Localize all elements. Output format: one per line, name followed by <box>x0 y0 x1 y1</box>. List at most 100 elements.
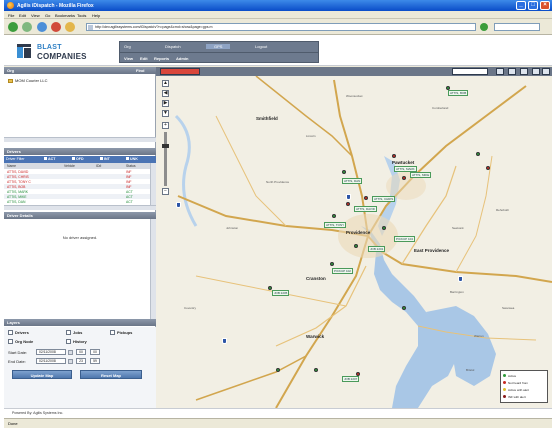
stop-icon[interactable] <box>51 22 61 32</box>
col-name[interactable]: Name <box>7 164 16 168</box>
subtab-view[interactable]: View <box>124 56 133 61</box>
layer-jobs-checkbox[interactable]: Jobs <box>66 330 82 336</box>
menu-bookmarks[interactable]: Bookmarks <box>55 13 75 18</box>
start-hour-input[interactable]: 00 <box>76 349 86 355</box>
vehicle-pin[interactable] <box>402 306 406 310</box>
menu-help[interactable]: Help <box>92 13 100 18</box>
blast-logo-icon <box>17 44 31 58</box>
zoom-in-button[interactable]: + <box>162 122 169 129</box>
vehicle-pin[interactable] <box>476 152 480 156</box>
map-toolbar <box>156 67 552 76</box>
tab-logout[interactable]: Logout <box>255 44 267 49</box>
tab-dispatch[interactable]: Dispatch <box>165 44 181 49</box>
update-map-button[interactable]: Update Map <box>12 370 72 379</box>
menu-tools[interactable]: Tools <box>77 13 86 18</box>
filter-unk[interactable]: UNK <box>126 157 138 161</box>
vehicle-label[interactable]: PICKUP 102 <box>332 268 353 274</box>
road <box>215 115 287 227</box>
vehicle-pin[interactable] <box>332 214 336 218</box>
vehicle-pin[interactable] <box>314 368 318 372</box>
zoom-slider-handle[interactable] <box>162 144 169 148</box>
menu-edit[interactable]: Edit <box>19 13 26 18</box>
vehicle-pin[interactable] <box>346 202 350 206</box>
vehicle-pin[interactable] <box>382 226 386 230</box>
vehicle-label[interactable]: ATTIS, BOB <box>448 90 469 96</box>
vehicle-pin[interactable] <box>354 244 358 248</box>
vehicle-pin[interactable] <box>486 166 490 170</box>
table-row[interactable]: ATTIS, DAN ACT <box>4 199 150 204</box>
map-tool-icon[interactable] <box>542 68 550 75</box>
end-calendar-icon[interactable] <box>68 359 73 364</box>
pan-down-button[interactable]: ▼ <box>162 110 169 117</box>
vehicle-pin[interactable] <box>402 176 406 180</box>
forward-icon[interactable] <box>22 22 32 32</box>
browser-window: Agilis iDispatch - Mozilla Firefox _ □ ×… <box>4 0 552 428</box>
vehicle-pin[interactable] <box>276 368 280 372</box>
vehicle-label[interactable]: ATTIS, TONY <box>324 222 347 228</box>
vehicle-pin[interactable] <box>342 170 346 174</box>
vehicle-label[interactable]: ATTIS, CHRIS <box>372 196 396 202</box>
drivers-h-scrollbar[interactable] <box>4 205 156 210</box>
org-find-link[interactable]: Find <box>136 68 144 73</box>
address-bar[interactable]: http://dev.agilissystems.com/iDispatch/?… <box>86 23 476 31</box>
end-date-input[interactable]: 02/11/2008 <box>36 358 66 364</box>
menu-view[interactable]: View <box>31 13 40 18</box>
zoom-out-button[interactable]: − <box>162 188 169 195</box>
go-icon[interactable] <box>480 23 488 31</box>
start-date-input[interactable]: 02/11/2008 <box>36 349 66 355</box>
vehicle-label[interactable]: PICKUP 104 <box>394 236 415 242</box>
vehicle-pin[interactable] <box>364 196 368 200</box>
map-tool-icon[interactable] <box>520 68 528 75</box>
pan-right-button[interactable]: ▶ <box>162 100 169 107</box>
menu-go[interactable]: Go <box>45 13 50 18</box>
map-search-input[interactable] <box>452 68 488 75</box>
layer-pickups-checkbox[interactable]: Pickups <box>110 330 132 336</box>
org-scrollbar[interactable] <box>4 137 156 142</box>
minimize-button[interactable]: _ <box>516 1 526 10</box>
filter-ofd[interactable]: OFD <box>72 157 84 161</box>
start-calendar-icon[interactable] <box>68 350 73 355</box>
reset-map-button[interactable]: Reset Map <box>80 370 142 379</box>
org-tree-item[interactable]: MOM Courier LLC <box>8 78 47 83</box>
col-id[interactable]: ID# <box>96 164 101 168</box>
vehicle-label[interactable]: JOB 2205 <box>272 290 290 296</box>
close-button[interactable]: × <box>540 1 550 10</box>
layer-org-node-checkbox[interactable]: Org Node <box>8 339 33 345</box>
menu-file[interactable]: File <box>8 13 14 18</box>
subtab-edit[interactable]: Edit <box>140 56 148 61</box>
layer-drivers-checkbox[interactable]: Drivers <box>8 330 29 336</box>
map-tool-icon[interactable] <box>532 68 540 75</box>
back-icon[interactable] <box>8 22 18 32</box>
town-label: Coventry <box>184 306 197 310</box>
vehicle-pin[interactable] <box>330 262 334 266</box>
vehicle-label[interactable]: ATTIS, DAN <box>342 178 363 184</box>
subtab-admin[interactable]: Admin <box>176 56 188 61</box>
vehicle-label[interactable]: JOB 2207 <box>342 376 360 382</box>
vehicle-label[interactable]: ATTIS, DAVID <box>354 206 377 212</box>
home-icon[interactable] <box>65 22 75 32</box>
layer-history-checkbox[interactable]: History <box>66 339 87 345</box>
end-minute-input[interactable]: 59 <box>90 358 100 364</box>
vehicle-label[interactable]: JOB 2201 <box>368 246 386 252</box>
vehicle-pin[interactable] <box>392 154 396 158</box>
maximize-button[interactable]: □ <box>528 1 538 10</box>
col-status[interactable]: Status <box>126 164 136 168</box>
end-hour-input[interactable]: 23 <box>76 358 86 364</box>
reload-icon[interactable] <box>37 22 47 32</box>
map-tool-icon[interactable] <box>508 68 516 75</box>
pan-up-button[interactable]: ▲ <box>162 80 169 87</box>
pan-left-button[interactable]: ◀ <box>162 90 169 97</box>
filter-int[interactable]: INT <box>100 157 110 161</box>
search-input[interactable] <box>494 23 540 31</box>
map-view[interactable]: ▲ ◀ ▶ ▼ + − Woonsocket Cumberland Lincol… <box>156 76 552 408</box>
start-minute-input[interactable]: 00 <box>90 349 100 355</box>
map-tool-icon[interactable] <box>496 68 504 75</box>
subtab-reports[interactable]: Reports <box>154 56 169 61</box>
tab-org[interactable]: Org <box>124 44 131 49</box>
zoom-slider-track[interactable] <box>164 132 167 186</box>
vehicle-label[interactable]: ATTIS, MIKE <box>410 172 432 178</box>
map-type-button[interactable] <box>160 68 200 75</box>
tab-gps[interactable]: GPS <box>206 44 231 49</box>
col-vehicle[interactable]: Vehicle <box>64 164 75 168</box>
filter-act[interactable]: ACT <box>44 157 55 161</box>
